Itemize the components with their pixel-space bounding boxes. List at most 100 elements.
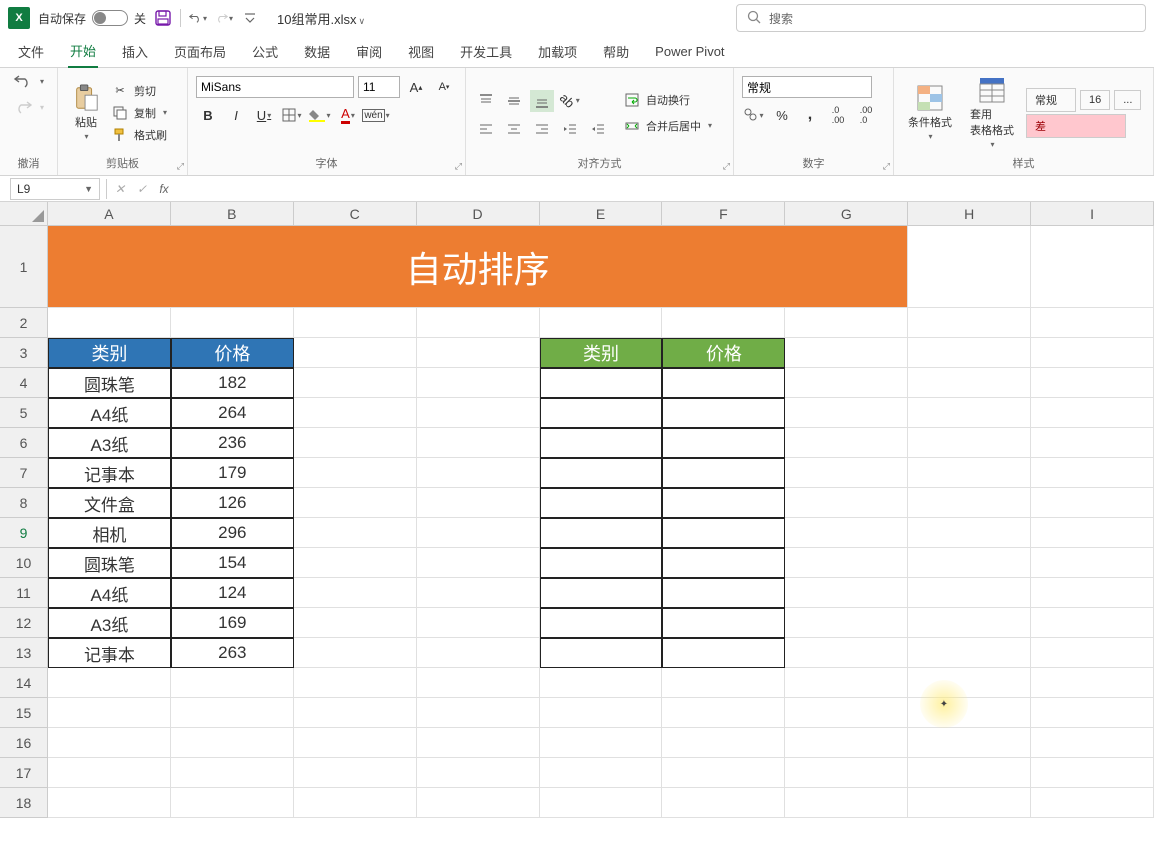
cell[interactable] (662, 428, 785, 458)
cell[interactable] (1031, 668, 1154, 698)
cell[interactable]: 154 (171, 548, 294, 578)
fill-color-button[interactable]: ▾ (308, 104, 332, 126)
cell[interactable] (48, 758, 171, 788)
cell[interactable] (294, 338, 417, 368)
cell[interactable] (294, 728, 417, 758)
cell[interactable]: 263 (171, 638, 294, 668)
name-box[interactable]: L9 ▼ (10, 178, 100, 200)
increase-font-button[interactable]: A▴ (404, 76, 428, 98)
align-bottom-button[interactable] (530, 90, 554, 112)
tab-页面布局[interactable]: 页面布局 (172, 36, 228, 67)
format-as-table-button[interactable]: 套用 表格格式▾ (964, 72, 1020, 153)
cell[interactable] (540, 398, 663, 428)
cell[interactable] (908, 728, 1031, 758)
cell[interactable] (1031, 608, 1154, 638)
cell[interactable] (417, 428, 540, 458)
cell[interactable] (540, 368, 663, 398)
cell[interactable] (294, 518, 417, 548)
redo-button[interactable]: ▾ (13, 98, 44, 116)
row-header-17[interactable]: 17 (0, 758, 48, 788)
cell[interactable] (417, 308, 540, 338)
tab-开始[interactable]: 开始 (68, 35, 98, 68)
row-header-9[interactable]: 9 (0, 518, 48, 548)
cell[interactable] (785, 398, 908, 428)
autosave-switch[interactable] (92, 10, 128, 26)
cell[interactable] (908, 368, 1031, 398)
cell[interactable] (908, 578, 1031, 608)
cell[interactable] (785, 578, 908, 608)
tab-公式[interactable]: 公式 (250, 36, 280, 67)
cell[interactable] (540, 308, 663, 338)
cell[interactable] (662, 578, 785, 608)
col-header-C[interactable]: C (294, 202, 417, 226)
row-header-8[interactable]: 8 (0, 488, 48, 518)
align-left-button[interactable] (474, 118, 498, 140)
cell[interactable] (1031, 428, 1154, 458)
cell[interactable]: 价格 (662, 338, 785, 368)
conditional-format-button[interactable]: 条件格式▾ (902, 80, 958, 145)
cell[interactable] (785, 368, 908, 398)
cell[interactable] (540, 758, 663, 788)
cell[interactable] (417, 488, 540, 518)
accounting-button[interactable]: ▾ (742, 104, 766, 126)
cell[interactable] (785, 308, 908, 338)
tab-加载项[interactable]: 加载项 (536, 36, 579, 67)
cell[interactable] (662, 518, 785, 548)
tab-帮助[interactable]: 帮助 (601, 36, 631, 67)
cell[interactable] (785, 488, 908, 518)
cell[interactable] (908, 788, 1031, 818)
cell[interactable] (417, 638, 540, 668)
cell[interactable] (908, 698, 1031, 728)
cell[interactable]: 类别 (48, 338, 171, 368)
cell[interactable] (171, 698, 294, 728)
cell[interactable] (540, 728, 663, 758)
cell[interactable] (1031, 728, 1154, 758)
select-all-corner[interactable] (0, 202, 48, 226)
cell-style-normal[interactable]: 常规 (1026, 88, 1076, 112)
cell[interactable] (1031, 758, 1154, 788)
number-format-select[interactable] (742, 76, 872, 98)
cell[interactable] (908, 608, 1031, 638)
cell[interactable] (417, 608, 540, 638)
cell[interactable] (48, 698, 171, 728)
cell[interactable] (785, 728, 908, 758)
cell-style-bad[interactable]: 差 (1026, 114, 1126, 138)
decrease-font-button[interactable]: A▾ (432, 76, 456, 98)
cell[interactable] (540, 608, 663, 638)
cell[interactable] (1031, 548, 1154, 578)
align-top-button[interactable] (474, 90, 498, 112)
comma-button[interactable]: , (798, 104, 822, 126)
cell[interactable] (908, 458, 1031, 488)
cell[interactable]: 相机 (48, 518, 171, 548)
cell[interactable] (294, 548, 417, 578)
cell[interactable] (417, 548, 540, 578)
row-header-3[interactable]: 3 (0, 338, 48, 368)
row-header-14[interactable]: 14 (0, 668, 48, 698)
cell[interactable] (662, 728, 785, 758)
decrease-indent-button[interactable] (558, 118, 582, 140)
cell[interactable] (1031, 368, 1154, 398)
row-header-10[interactable]: 10 (0, 548, 48, 578)
tab-审阅[interactable]: 审阅 (354, 36, 384, 67)
cell[interactable] (1031, 226, 1154, 308)
cell[interactable] (1031, 698, 1154, 728)
formula-input[interactable] (175, 178, 1154, 200)
cell[interactable]: 记事本 (48, 638, 171, 668)
col-header-A[interactable]: A (48, 202, 171, 226)
cell[interactable] (662, 548, 785, 578)
cut-button[interactable]: ✂剪切 (112, 81, 167, 101)
cell[interactable] (785, 428, 908, 458)
cell[interactable] (540, 518, 663, 548)
cell[interactable]: 182 (171, 368, 294, 398)
cell[interactable]: 296 (171, 518, 294, 548)
cell[interactable] (785, 668, 908, 698)
format-painter-button[interactable]: 格式刷 (112, 125, 167, 145)
bold-button[interactable]: B (196, 104, 220, 126)
cell[interactable] (171, 758, 294, 788)
cell-style-more[interactable]: ... (1114, 90, 1141, 110)
cell[interactable] (908, 398, 1031, 428)
cell[interactable] (540, 578, 663, 608)
cell[interactable] (908, 548, 1031, 578)
row-header-16[interactable]: 16 (0, 728, 48, 758)
col-header-I[interactable]: I (1031, 202, 1154, 226)
